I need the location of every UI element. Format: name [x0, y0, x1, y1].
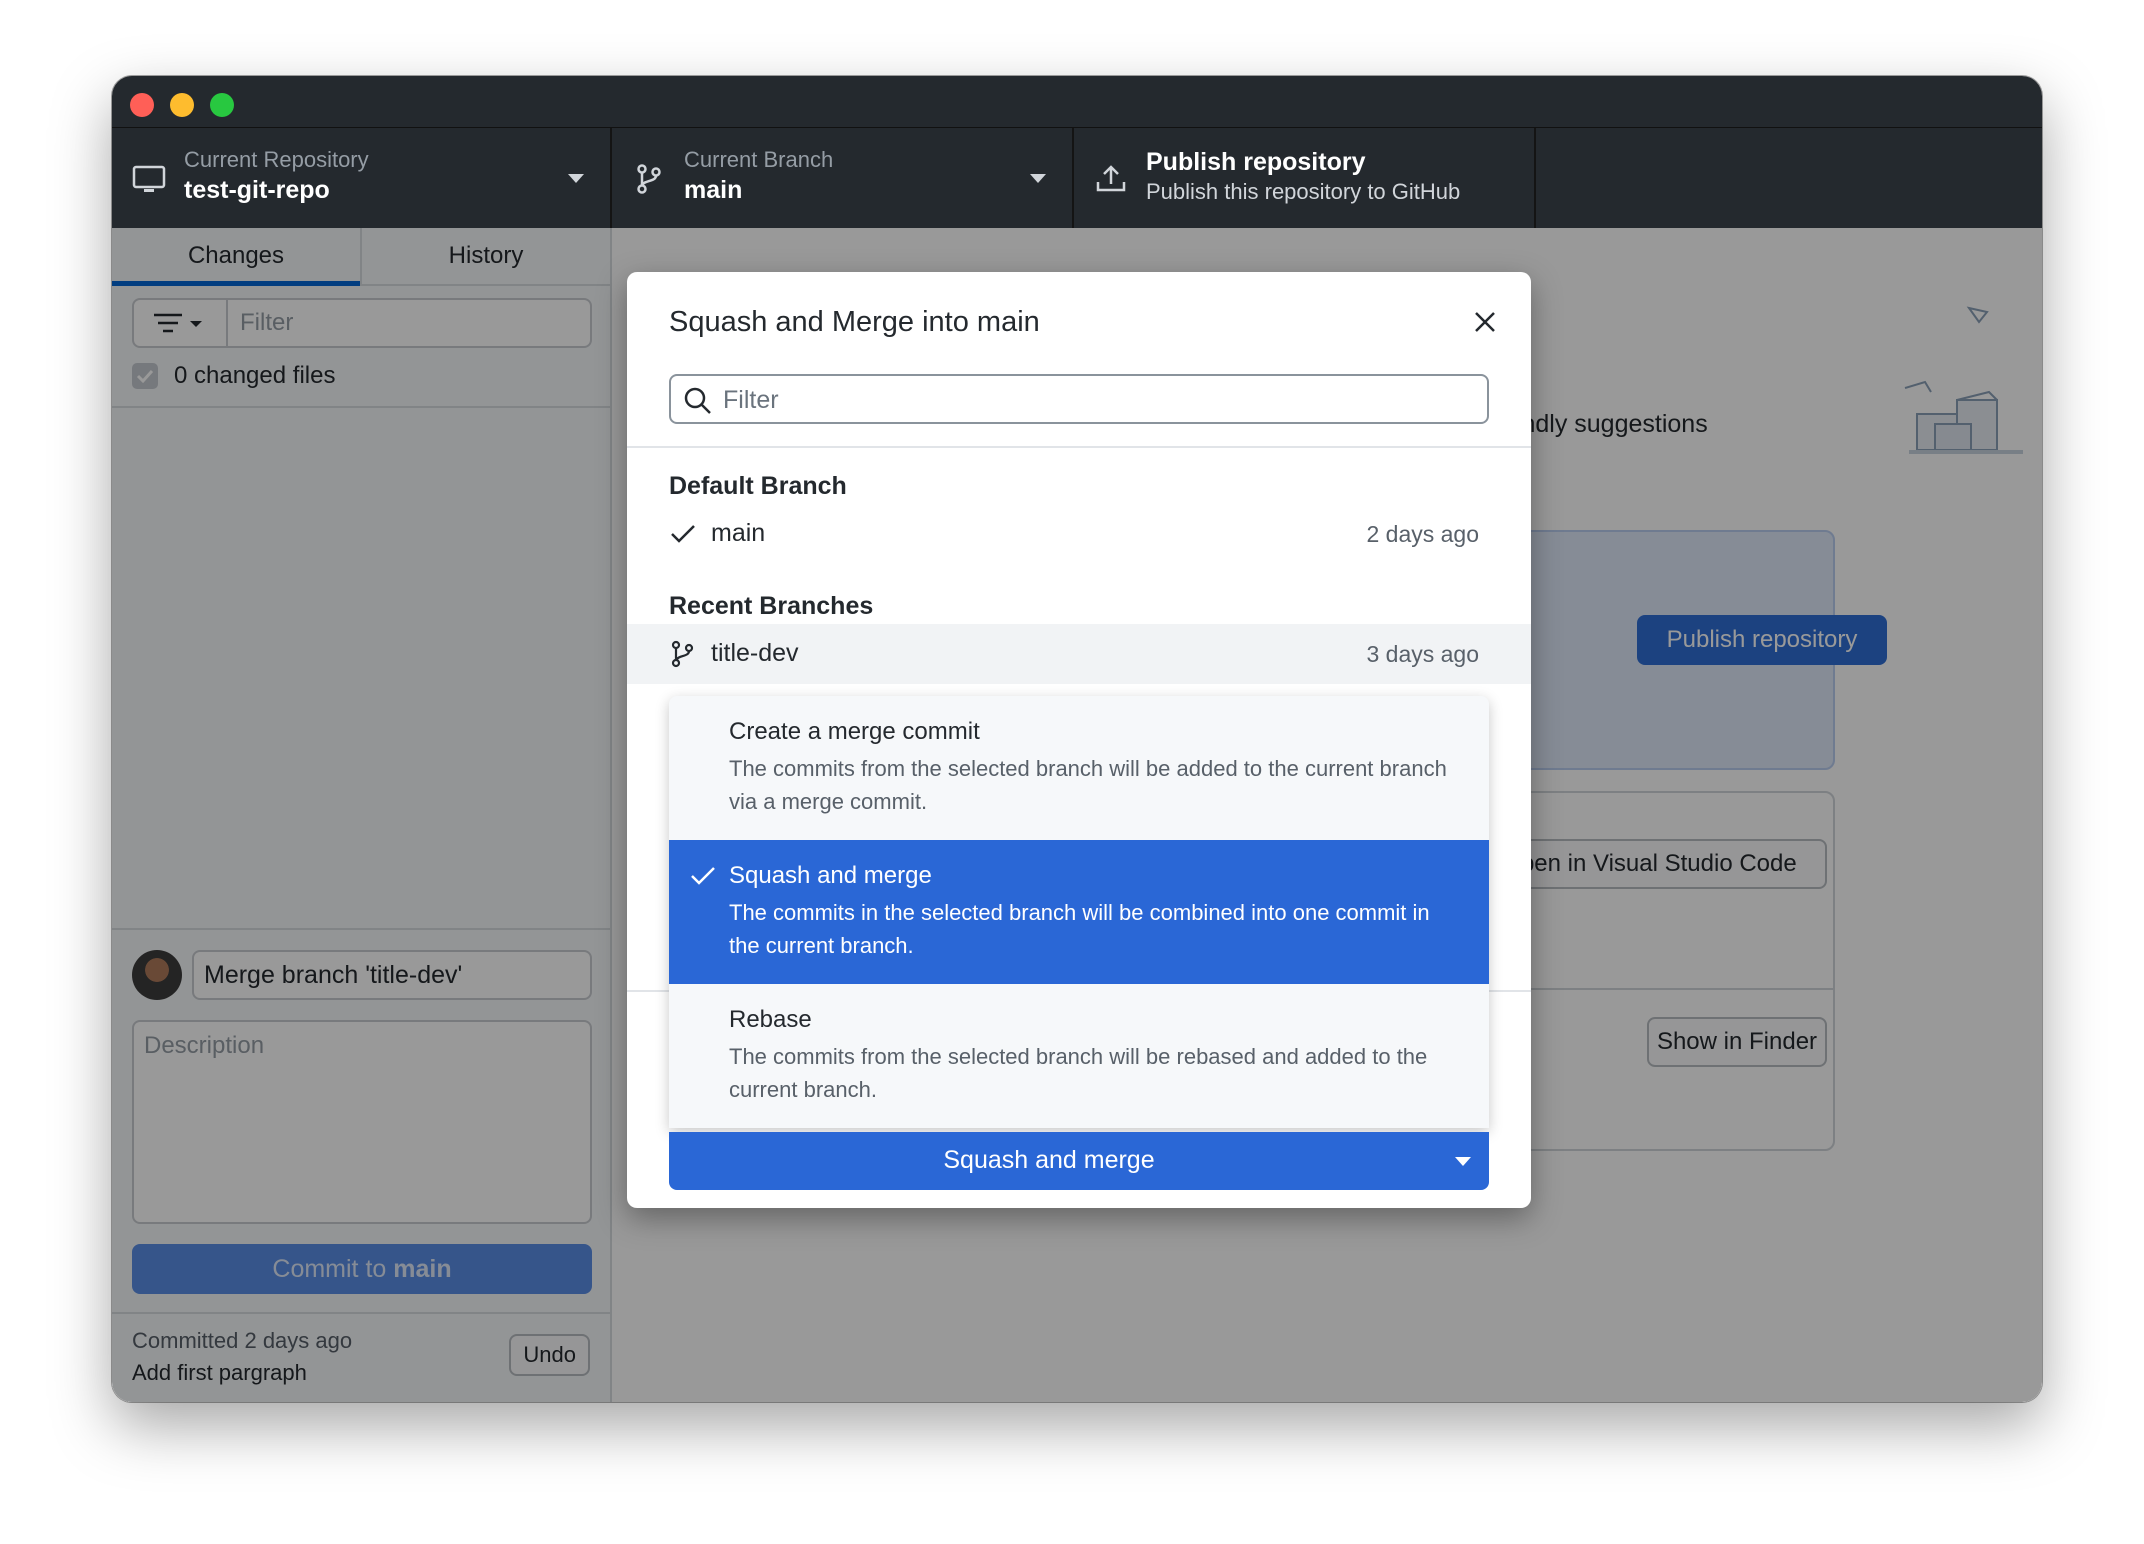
option-description: The commits from the selected branch wil…: [729, 756, 1447, 814]
merge-option-rebase[interactable]: Rebase The commits from the selected bra…: [669, 984, 1489, 1128]
branch-time: 3 days ago: [1366, 641, 1479, 667]
zoom-window-button[interactable]: [210, 93, 234, 117]
upload-icon: [1096, 165, 1126, 192]
app-window: Current Repository test-git-repo Current…: [112, 76, 2042, 1402]
close-icon[interactable]: [1473, 310, 1497, 334]
search-icon: [684, 387, 711, 414]
option-description: The commits in the selected branch will …: [729, 900, 1430, 958]
current-branch-button[interactable]: Current Branch main: [612, 128, 1074, 228]
branch-name: main: [684, 176, 743, 204]
check-icon: [691, 867, 715, 885]
publish-repository-toolbar-button[interactable]: Publish repository Publish this reposito…: [1074, 128, 1536, 228]
chevron-down-icon: [568, 174, 584, 183]
branch-icon: [671, 640, 694, 668]
current-repository-button[interactable]: Current Repository test-git-repo: [112, 128, 612, 228]
chevron-down-icon[interactable]: [1455, 1157, 1471, 1166]
option-title: Create a merge commit: [729, 718, 980, 745]
publish-subtitle: Publish this repository to GitHub: [1146, 179, 1461, 204]
computer-icon: [132, 165, 166, 192]
branch-icon: [637, 164, 661, 194]
squash-and-merge-button[interactable]: Squash and merge: [669, 1132, 1489, 1190]
dialog-title: Squash and Merge into main: [669, 306, 1040, 338]
branch-row-main[interactable]: main 2 days ago: [627, 504, 1531, 564]
branch-row-title-dev[interactable]: title-dev 3 days ago: [627, 624, 1531, 684]
branch-label: Current Branch: [684, 147, 834, 172]
option-description: The commits from the selected branch wil…: [729, 1044, 1428, 1102]
publish-title: Publish repository: [1146, 148, 1366, 176]
recent-branches-header: Recent Branches: [669, 592, 874, 620]
branch-time: 2 days ago: [1366, 521, 1479, 547]
merge-option-create-merge-commit[interactable]: Create a merge commit The commits from t…: [669, 696, 1489, 840]
branch-name: title-dev: [711, 639, 799, 667]
option-title: Rebase: [729, 1006, 812, 1033]
option-title: Squash and merge: [729, 862, 932, 889]
merge-option-squash-and-merge[interactable]: Squash and merge The commits in the sele…: [669, 840, 1489, 984]
close-window-button[interactable]: [130, 93, 154, 117]
minimize-window-button[interactable]: [170, 93, 194, 117]
toolbar: Current Repository test-git-repo Current…: [112, 128, 2042, 228]
action-button-label: Squash and merge: [943, 1146, 1155, 1174]
default-branch-header: Default Branch: [669, 472, 847, 500]
merge-dialog: Squash and Merge into main Filter Defaul…: [627, 272, 1531, 1208]
branch-name: main: [711, 519, 766, 547]
repository-name: test-git-repo: [184, 176, 330, 204]
chevron-down-icon: [1030, 174, 1046, 183]
divider: [627, 446, 1531, 448]
merge-options-menu: Create a merge commit The commits from t…: [669, 696, 1489, 1128]
check-icon: [671, 525, 695, 543]
filter-placeholder: Filter: [723, 386, 779, 414]
repository-label: Current Repository: [184, 147, 369, 172]
title-bar: [112, 76, 2042, 128]
branch-filter-input[interactable]: Filter: [669, 374, 1489, 424]
